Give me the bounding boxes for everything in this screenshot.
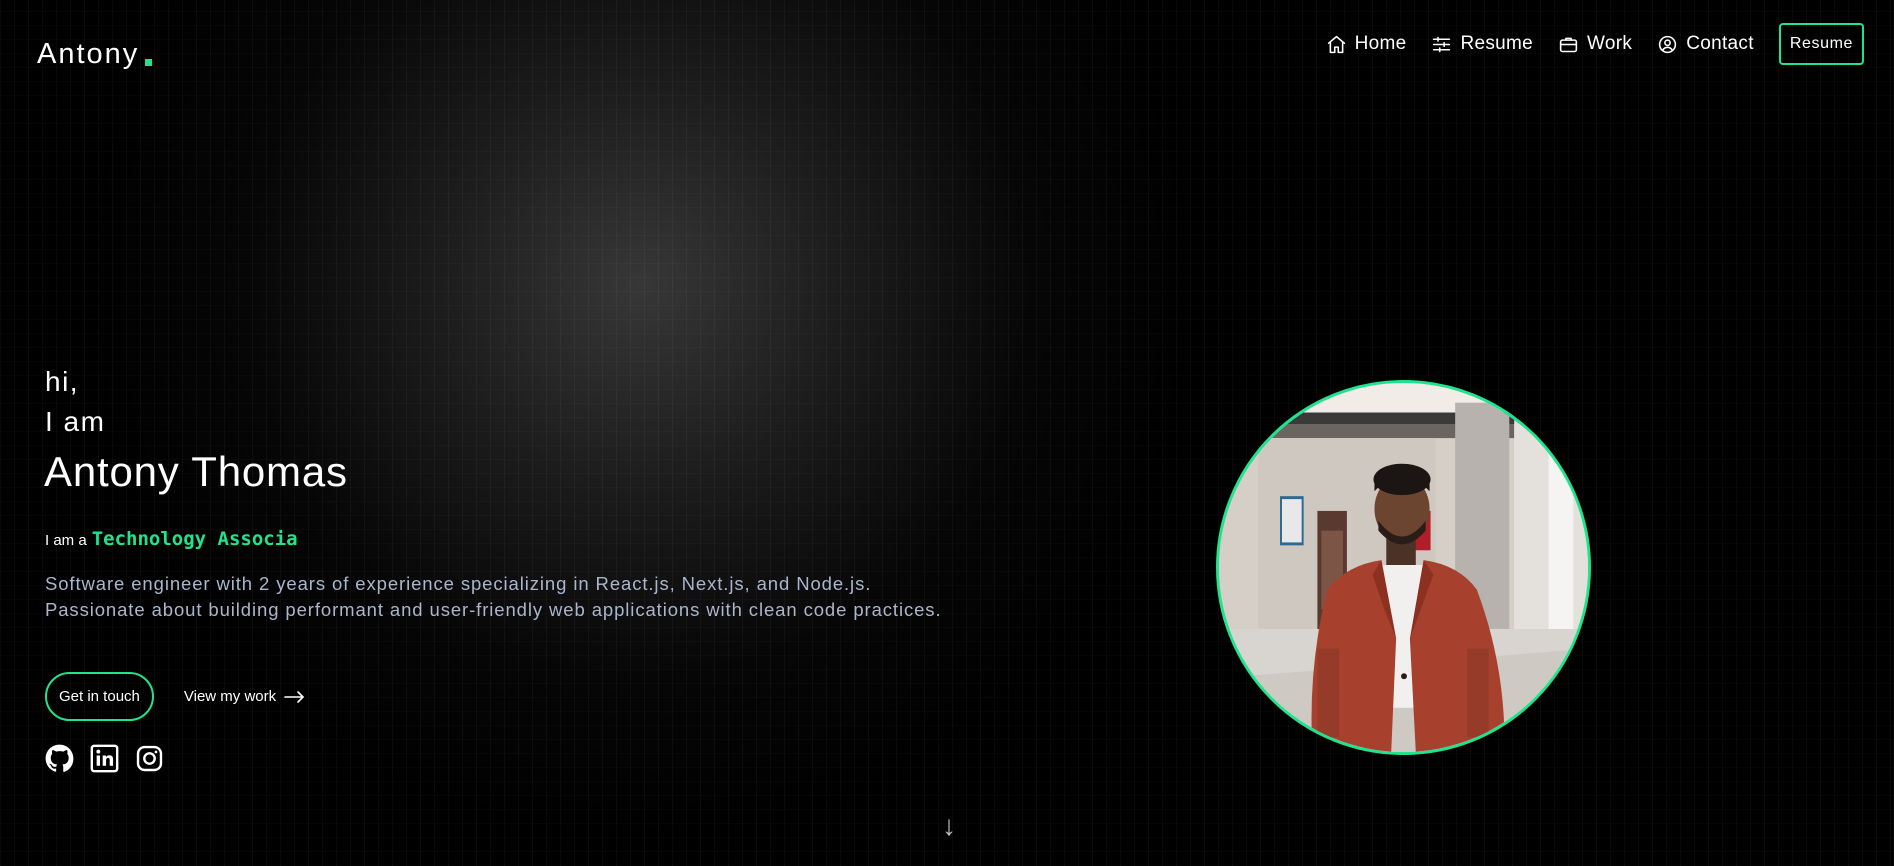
nav-home[interactable]: Home (1326, 33, 1407, 55)
view-my-work-link[interactable]: View my work (184, 688, 305, 705)
linkedin-icon (90, 744, 119, 773)
nav-resume-label: Resume (1460, 33, 1534, 54)
profile-photo-illustration (1219, 383, 1588, 752)
nav-contact[interactable]: Contact (1657, 33, 1754, 55)
briefcase-icon (1559, 37, 1578, 52)
home-icon (1327, 35, 1345, 53)
nav-home-label: Home (1354, 33, 1407, 54)
role-line: I am a Technology Associa (45, 528, 298, 550)
social-links (45, 744, 164, 773)
role-prefix: I am a (45, 532, 87, 549)
nav-resume[interactable]: Resume (1431, 33, 1533, 55)
sliders-icon (1433, 36, 1451, 52)
nav-contact-label: Contact (1686, 33, 1754, 54)
profile-photo (1216, 380, 1591, 755)
nav-work[interactable]: Work (1558, 33, 1632, 55)
greeting-line-1: hi, (45, 366, 80, 397)
hero-name: Antony Thomas (44, 448, 348, 495)
nav-work-label: Work (1587, 33, 1633, 54)
instagram-link[interactable] (135, 744, 164, 773)
logo-text: Antony (37, 38, 140, 70)
github-link[interactable] (45, 744, 74, 773)
logo-dot (145, 59, 153, 66)
github-icon (45, 744, 74, 772)
logo[interactable]: Antony (37, 38, 153, 71)
greeting: hi, I am (45, 362, 105, 442)
bio-text: Software engineer with 2 years of experi… (45, 573, 942, 620)
linkedin-link[interactable] (90, 744, 119, 773)
arrow-right-icon (284, 690, 304, 703)
grid-background (0, 0, 1894, 866)
page: Antony Home Resume Work Contact Resume h… (0, 0, 1894, 866)
view-my-work-label: View my work (183, 688, 277, 705)
user-circle-icon (1659, 35, 1677, 53)
role-typewriter: Technology Associa (91, 528, 298, 550)
hero-actions: Get in touch View my work (45, 672, 305, 721)
scroll-down-indicator[interactable]: ↓ (942, 810, 956, 842)
main-nav: Home Resume Work Contact Resume (1326, 23, 1864, 65)
greeting-line-2: I am (45, 406, 106, 437)
resume-button[interactable]: Resume (1778, 23, 1864, 65)
get-in-touch-button[interactable]: Get in touch (45, 672, 154, 721)
instagram-icon (136, 745, 163, 772)
